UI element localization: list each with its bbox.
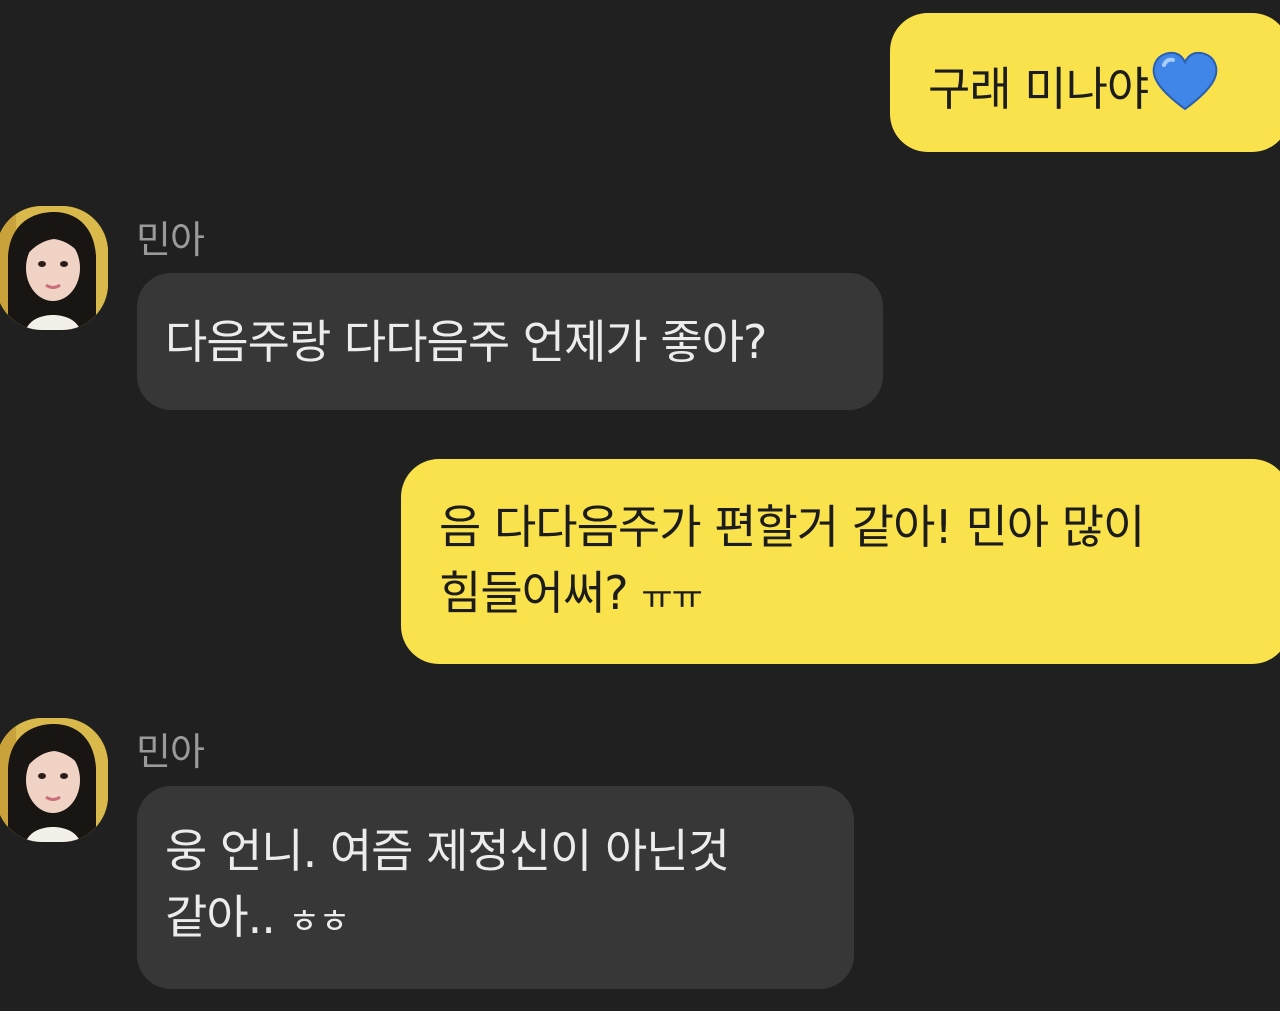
emoticon-text: ㅎㅎ [288,902,351,942]
message-text: 다음주랑 다다음주 언제가 좋아? [165,315,767,369]
sender-name: 민아 [136,218,205,262]
their-message-bubble[interactable]: 다음주랑 다다음주 언제가 좋아? [137,273,883,410]
message-text-line: 음 다다음주가 편할거 같아! 민아 많이 [439,500,1145,554]
emoticon-text: ㅠㅠ [641,578,703,618]
message-text: 구래 미나야 [928,62,1149,116]
message-text-line: 웅 언니. 여즘 제정신이 아닌것 [165,824,730,878]
avatar[interactable] [0,718,108,842]
message-text-line: 같아.. ㅎㅎ [165,890,351,944]
my-message-bubble[interactable]: 구래 미나야 [890,13,1280,152]
avatar[interactable] [0,206,108,330]
sender-name: 민아 [136,730,205,774]
message-text-line: 힘들어써? ㅠㅠ [439,566,703,620]
my-message-bubble[interactable]: 음 다다음주가 편할거 같아! 민아 많이 힘들어써? ㅠㅠ [401,459,1280,664]
their-message-bubble[interactable]: 웅 언니. 여즘 제정신이 아닌것 같아.. ㅎㅎ [137,786,854,989]
blue-heart-icon [1150,51,1220,130]
chat-window: 구래 미나야 민아 다음주랑 다다음주 언제가 좋아? 음 다다음주가 편할거 … [0,0,1280,1011]
